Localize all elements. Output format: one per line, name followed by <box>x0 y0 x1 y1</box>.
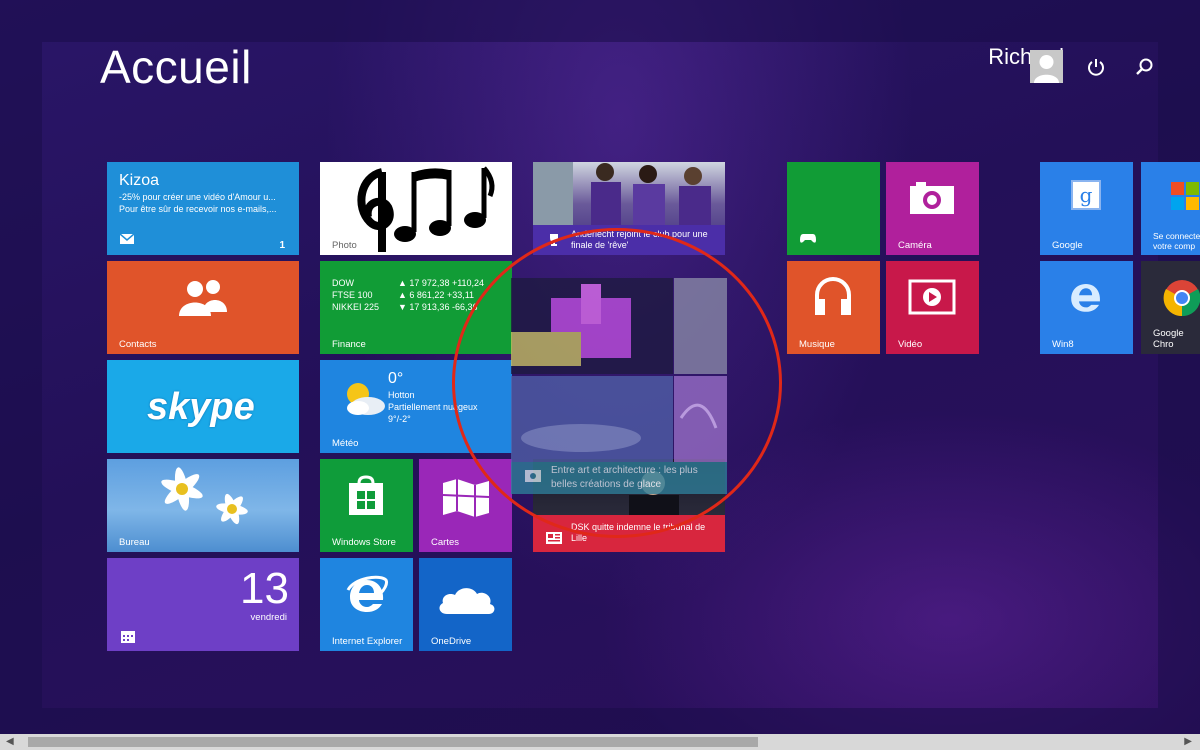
tile-chrome[interactable]: Google Chro <box>1141 261 1200 354</box>
tile-kizoa-badge: 1 <box>279 240 285 251</box>
tile-video-label: Vidéo <box>898 339 923 350</box>
tile-kizoa-title: Kizoa <box>119 172 160 189</box>
tile-google-label: Google <box>1052 240 1083 251</box>
tile-onedrive[interactable]: OneDrive <box>419 558 512 651</box>
tile-store-label: Windows Store <box>332 537 396 548</box>
meteo-range: 9°/-2° <box>388 414 411 424</box>
photo-icon <box>525 470 541 482</box>
camera-icon <box>910 182 954 214</box>
tile-bureau[interactable]: Bureau <box>107 459 299 552</box>
search-icon[interactable] <box>1134 56 1156 78</box>
scroll-right-icon[interactable]: ▶ <box>1184 736 1192 747</box>
tile-finance[interactable]: DOW ▲ 17 972,38 +110,24 FTSE 100 ▲ 6 861… <box>320 261 512 354</box>
chrome-icon <box>1163 280 1200 317</box>
finance-row-1-name: FTSE 100 <box>332 290 373 300</box>
finance-row-0-value: ▲ 17 972,38 +110,24 <box>398 278 485 288</box>
tile-google[interactable]: g Google <box>1040 162 1133 255</box>
calendar-weekday: vendredi <box>250 612 287 623</box>
meteo-city: Hotton <box>388 390 415 400</box>
horizontal-scrollbar[interactable]: ◀ ▶ <box>0 734 1200 750</box>
tile-chrome-label: Google Chro <box>1153 328 1184 350</box>
tile-kizoa-line2: Pour être sûr de recevoir nos e-mails,..… <box>119 204 277 214</box>
onedrive-cloud-icon <box>439 588 495 614</box>
finance-row-1-value: ▲ 6 861,22 +33,11 <box>398 290 475 300</box>
tile-music-art[interactable]: Photo <box>320 162 512 255</box>
finance-row-0-name: DOW <box>332 278 354 288</box>
google-icon: g <box>1071 180 1101 210</box>
tile-store[interactable]: Windows Store <box>320 459 413 552</box>
tile-camera[interactable]: Caméra <box>886 162 979 255</box>
scroll-left-icon[interactable]: ◀ <box>6 736 14 747</box>
finance-row-2-name: NIKKEI 225 <box>332 302 380 312</box>
tile-onedrive-label: OneDrive <box>431 636 472 647</box>
tile-bureau-label: Bureau <box>119 537 150 548</box>
tile-ie-label: Internet Explorer <box>332 636 403 647</box>
page-title: Accueil <box>100 41 252 93</box>
calendar-day: 13 <box>240 564 289 613</box>
tile-contacts[interactable]: Contacts <box>107 261 299 354</box>
trophy-icon <box>550 234 558 246</box>
tile-partial-settings[interactable]: Se connecte votre comp <box>1141 162 1200 255</box>
tile-sport-caption: Anderlecht rejoint le club pour une fina… <box>533 225 725 255</box>
tile-sport[interactable]: Anderlecht rejoint le club pour une fina… <box>533 162 725 255</box>
tile-win8[interactable]: Win8 <box>1040 261 1133 354</box>
scrollbar-thumb[interactable] <box>28 737 758 747</box>
meteo-desc: Partiellement nuageux <box>388 402 478 412</box>
tile-contacts-label: Contacts <box>119 339 157 350</box>
tile-meteo-label: Météo <box>332 438 359 449</box>
tile-finance-label: Finance <box>332 339 366 350</box>
daisy-image <box>161 467 248 525</box>
music-notes-image <box>357 166 495 252</box>
newspaper-icon <box>546 532 562 544</box>
tile-camera-label: Caméra <box>898 240 932 251</box>
map-icon <box>442 479 490 517</box>
football-players-image <box>533 162 711 226</box>
store-bag-icon <box>349 475 383 515</box>
power-icon[interactable] <box>1085 56 1107 78</box>
tile-meteo[interactable]: 0° Hotton Partiellement nuageux 9°/-2° M… <box>320 360 512 453</box>
tile-music-art-label: Photo <box>332 240 357 251</box>
tile-video[interactable]: Vidéo <box>886 261 979 354</box>
tile-kizoa-line1: -25% pour créer une vidéo d'Amour u... <box>119 192 276 202</box>
tile-cartes-label: Cartes <box>431 537 459 548</box>
headphones-icon <box>815 277 851 315</box>
tile-musique[interactable]: Musique <box>787 261 880 354</box>
finance-row-2-value: ▼ 17 913,36 -66,36 <box>398 302 478 312</box>
people-icon <box>179 280 227 316</box>
tile-skype[interactable]: skype <box>107 360 299 453</box>
video-icon <box>908 279 956 315</box>
win8-ie-icon <box>1071 283 1100 312</box>
ice-sculptures-image <box>511 278 727 494</box>
tile-kizoa[interactable]: Kizoa -25% pour créer une vidéo d'Amour … <box>107 162 299 255</box>
windows-logo-icon <box>1171 182 1199 210</box>
tile-dragged-caption: Entre art et architecture : les plus bel… <box>551 465 698 490</box>
tile-musique-label: Musique <box>799 339 835 350</box>
internet-explorer-icon <box>346 575 388 612</box>
meteo-temp: 0° <box>388 370 404 387</box>
tile-dragged-ice-art[interactable]: Entre art et architecture : les plus bel… <box>511 278 727 494</box>
gamepad-icon <box>800 234 816 243</box>
avatar[interactable] <box>1030 50 1063 83</box>
tile-calendar[interactable]: 13 vendredi <box>107 558 299 651</box>
calendar-icon <box>121 631 135 643</box>
user-silhouette-icon <box>1034 55 1059 83</box>
tile-win8-label: Win8 <box>1052 339 1074 350</box>
tile-games[interactable] <box>787 162 880 255</box>
tile-partial-settings-label: Se connecte votre comp <box>1153 231 1200 251</box>
mail-icon <box>120 234 134 244</box>
weather-icon <box>347 383 385 415</box>
tile-cartes[interactable]: Cartes <box>419 459 512 552</box>
tile-ie[interactable]: Internet Explorer <box>320 558 413 651</box>
skype-logo: skype <box>147 386 255 428</box>
